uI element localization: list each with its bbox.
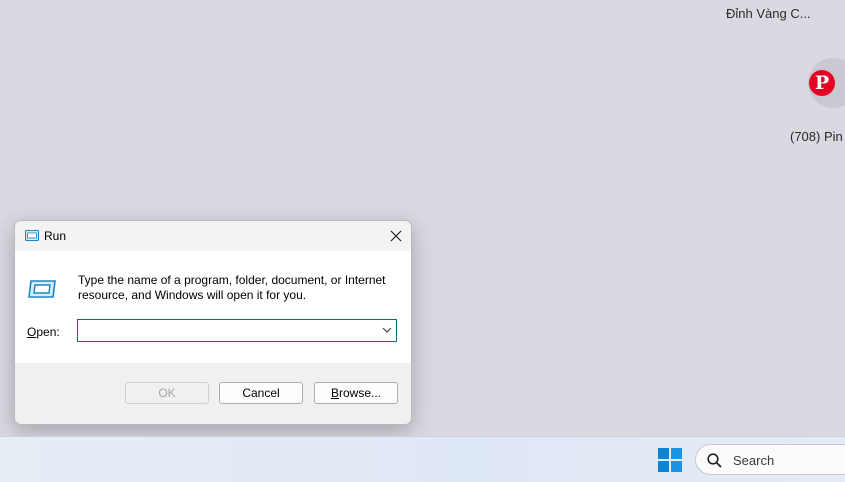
open-label-mnemonic: O [27,325,37,339]
chevron-down-icon[interactable] [381,324,393,336]
open-label-rest: pen: [36,325,60,339]
search-icon [707,453,722,468]
run-dialog: Run Type the name of a program, folder, … [14,220,412,425]
ok-button[interactable]: OK [125,382,209,404]
dialog-content: Type the name of a program, folder, docu… [15,251,411,363]
run-app-icon [25,230,39,241]
search-placeholder: Search [733,453,775,468]
close-icon [390,230,402,242]
close-button[interactable] [381,221,411,251]
browse-button[interactable]: Browse... [314,382,398,404]
browse-label-rest: rowse... [339,386,382,400]
browse-mnemonic: B [330,386,339,400]
run-program-icon [28,280,56,298]
open-label: Open: [27,325,60,339]
windows-start-icon[interactable] [658,448,682,472]
pinterest-shortcut[interactable]: P [808,58,845,108]
cancel-button[interactable]: Cancel [219,382,303,404]
dialog-title: Run [44,229,67,243]
pinterest-icon: P [809,70,835,96]
taskbar: Search [0,436,845,482]
dialog-description: Type the name of a program, folder, docu… [78,273,386,302]
open-input[interactable] [82,321,372,339]
desktop-shortcut-label[interactable]: Đỉnh Vàng C... [726,6,811,21]
pinterest-shortcut-label[interactable]: (708) Pin [790,129,843,144]
dialog-titlebar[interactable]: Run [15,221,411,251]
open-combobox[interactable] [77,319,397,342]
taskbar-search-box[interactable]: Search [695,444,845,475]
